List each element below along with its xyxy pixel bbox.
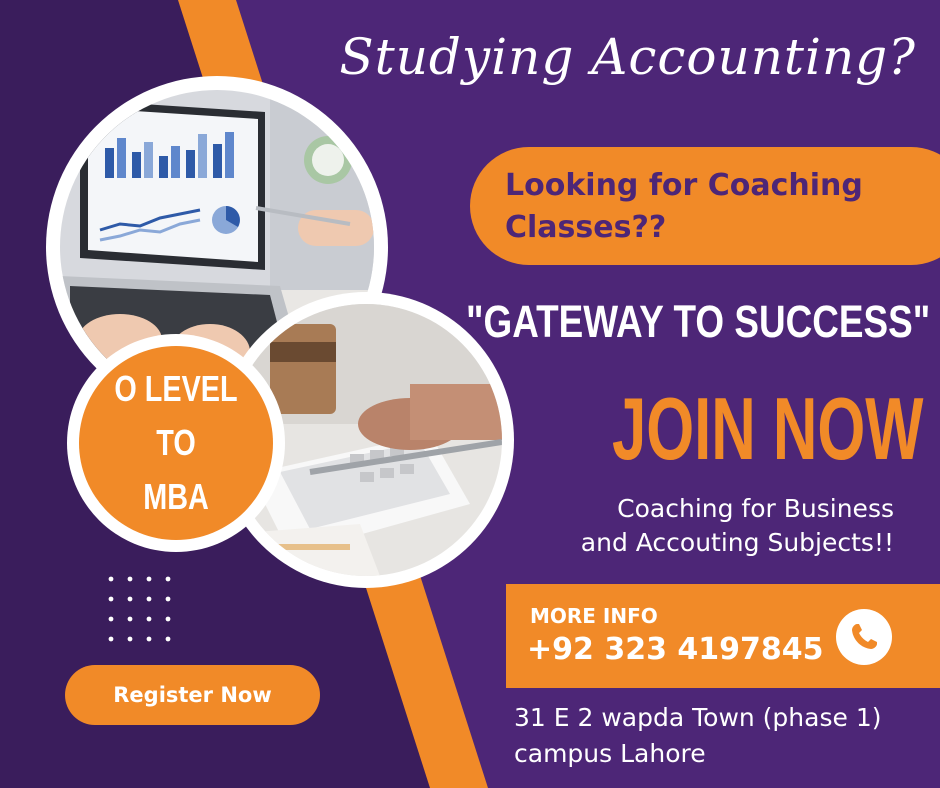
description-line-1: Coaching for Business [617, 494, 894, 523]
phone-icon[interactable] [836, 609, 892, 665]
coaching-pill-text: Looking for Coaching Classes?? [505, 165, 925, 249]
decorative-dots [108, 576, 171, 642]
address-line-1: 31 E 2 wapda Town (phase 1) [514, 703, 882, 732]
slogan: "GATEWAY TO SUCCESS" [466, 296, 931, 347]
more-info-label: MORE INFO [530, 604, 658, 628]
poster: Studying Accounting? Looking for Coachin… [0, 0, 940, 788]
coaching-line-2: Classes?? [505, 210, 667, 245]
badge-line-3: MBA [143, 476, 209, 517]
badge-line-2: TO [156, 422, 196, 463]
register-now-button[interactable]: Register Now [65, 665, 320, 725]
description: Coaching for Business and Accouting Subj… [474, 492, 894, 560]
join-now-heading: JOIN NOW [612, 379, 924, 478]
level-badge-text: O LEVEL TO MBA [67, 362, 285, 524]
description-line-2: and Accouting Subjects!! [580, 528, 894, 557]
address-line-2: campus Lahore [514, 739, 706, 768]
badge-line-1: O LEVEL [114, 368, 238, 409]
address: 31 E 2 wapda Town (phase 1) campus Lahor… [514, 700, 934, 772]
coaching-line-1: Looking for Coaching [505, 168, 863, 203]
headline: Studying Accounting? [339, 28, 916, 86]
phone-number[interactable]: +92 323 4197845 [527, 632, 824, 667]
